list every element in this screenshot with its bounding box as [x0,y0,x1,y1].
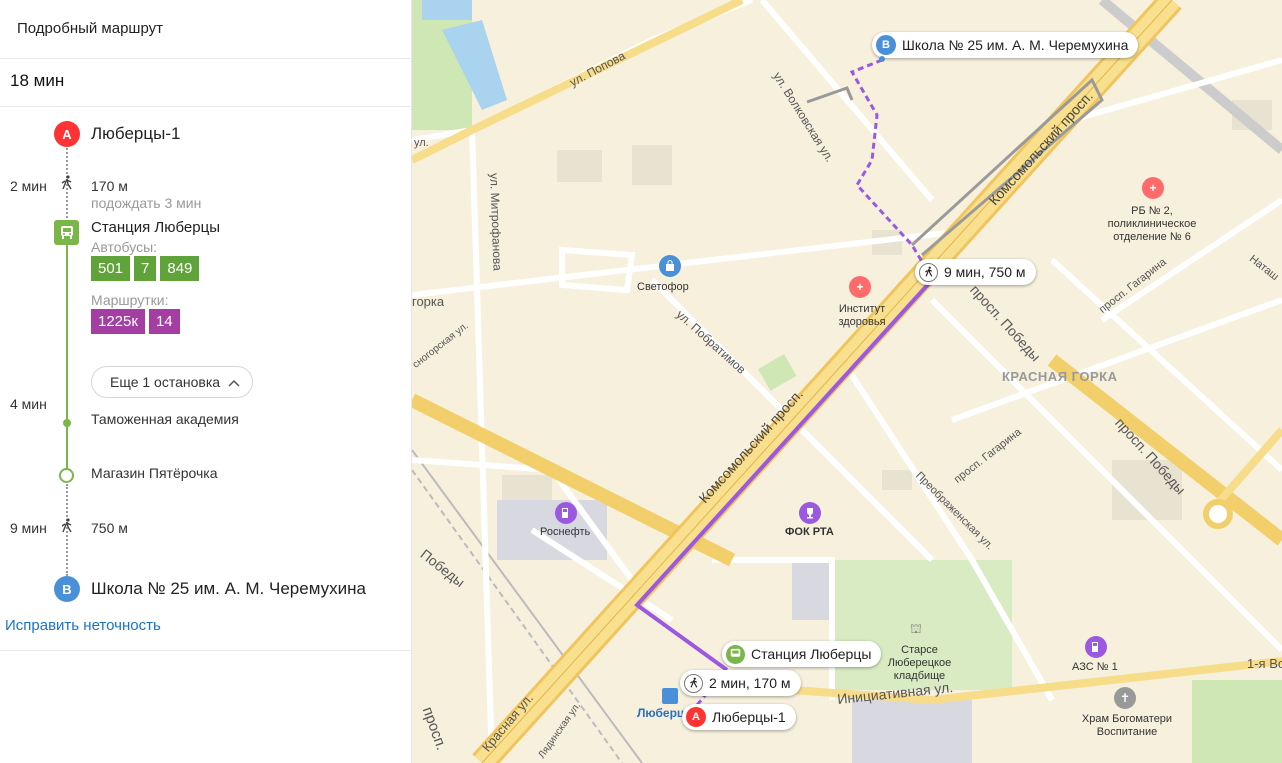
report-error-link[interactable]: Исправить неточность [5,617,161,634]
minibus-route-chip[interactable]: 1225к [91,309,145,334]
poi-label[interactable]: Светофор [637,281,689,294]
district-label: КРАСНАЯ ГОРКА [1002,369,1118,384]
poi-label[interactable]: Роснефть [540,526,590,539]
bus-route-chip[interactable]: 849 [160,256,200,281]
walk-segment-marker[interactable]: 9 мин, 750 м [915,259,1036,285]
more-stops-label: Еще 1 остановка [110,374,221,390]
walk-segment-label: 2 мин, 170 м [709,675,791,691]
walk-icon [684,673,703,693]
cemetery-icon: ⛫ [910,621,922,636]
stop-name[interactable]: Таможенная академия [91,411,239,427]
destination-label: Школа № 25 им. А. М. Черемухина [902,37,1129,53]
minibus-label: Маршрутки: [91,292,169,308]
walk-icon [60,175,74,194]
station-marker-label: Станция Люберцы [751,646,872,662]
walk1-wait: подождать 3 мин [91,195,202,211]
chevron-up-icon [228,374,240,390]
end-point-badge: B [54,576,80,602]
ride-line [66,245,68,475]
poi-label[interactable]: ФОК РТА [785,526,834,539]
street-label: горка [412,294,445,309]
exit-stop-ring [59,468,74,483]
bus-routes: 501 7 849 [91,256,203,281]
walk-icon [60,518,74,537]
hospital-icon[interactable]: + [1142,177,1164,199]
bus-label: Автобусы: [91,239,158,255]
stop-dot [63,419,71,427]
poi-label[interactable]: АЗС № 1 [1072,661,1118,674]
destination-marker[interactable]: B Школа № 25 им. А. М. Черемухина [872,32,1139,58]
station-marker[interactable]: Станция Люберцы [722,641,882,667]
end-point-badge: B [876,35,896,55]
exit-stop-name[interactable]: Магазин Пятёрочка [91,465,218,481]
trophy-icon[interactable] [799,502,821,524]
gas-station-icon[interactable] [555,502,577,524]
station-map-label[interactable]: Люберц [637,706,684,720]
walk1-distance: 170 м [91,178,128,194]
total-time: 18 мин [0,59,411,107]
walk2-time: 9 мин [10,520,47,536]
walk-icon [919,262,938,282]
walk-segment-marker[interactable]: 2 мин, 170 м [680,670,801,696]
bus-stop-icon [54,220,79,245]
minibus-routes: 1225к 14 [91,309,184,334]
poi-label[interactable]: РБ № 2, поликлиническое отделение № 6 [1102,205,1202,244]
route-details-panel: Подробный маршрут 18 мин A Люберцы-1 2 м… [0,0,412,763]
hospital-icon[interactable]: + [849,276,871,298]
church-icon[interactable]: ✝ [1114,687,1136,709]
street-label: 1-я Вол [1247,656,1282,671]
walk-segment-label: 9 мин, 750 м [944,264,1026,280]
start-point-badge: A [54,121,80,147]
more-stops-button[interactable]: Еще 1 остановка [91,366,254,398]
street-label: ул. [414,137,429,149]
end-point-name[interactable]: Школа № 25 им. А. М. Черемухина [91,579,366,599]
map-view[interactable]: ул. Попова ул. Митрофанова ул. Волковска… [412,0,1282,763]
start-marker[interactable]: A Люберцы-1 [682,704,796,730]
start-point-name[interactable]: Люберцы-1 [91,124,180,144]
poi-label[interactable]: Институт здоровья [832,303,892,329]
start-marker-label: Люберцы-1 [712,709,786,725]
poi-label[interactable]: Храм Богоматери Воспитание [1072,713,1182,739]
station-name[interactable]: Станция Люберцы [91,219,220,236]
bus-route-chip[interactable]: 501 [91,256,131,281]
ride-time: 4 мин [10,396,47,412]
walk2-distance: 750 м [91,520,128,536]
minibus-route-chip[interactable]: 14 [148,309,180,334]
train-station-icon[interactable] [662,688,678,704]
bus-route-chip[interactable]: 7 [134,256,157,281]
panel-title: Подробный маршрут [0,0,411,59]
divider [0,650,412,651]
gas-station-icon[interactable] [1085,636,1107,658]
bus-stop-icon [726,644,745,664]
start-point-badge: A [686,707,706,727]
poi-label[interactable]: Старсе Люберецкое кладбище [882,644,957,683]
shopping-bag-icon[interactable] [659,255,681,277]
destination-pin-dot [879,56,885,62]
walk1-time: 2 мин [10,178,47,194]
